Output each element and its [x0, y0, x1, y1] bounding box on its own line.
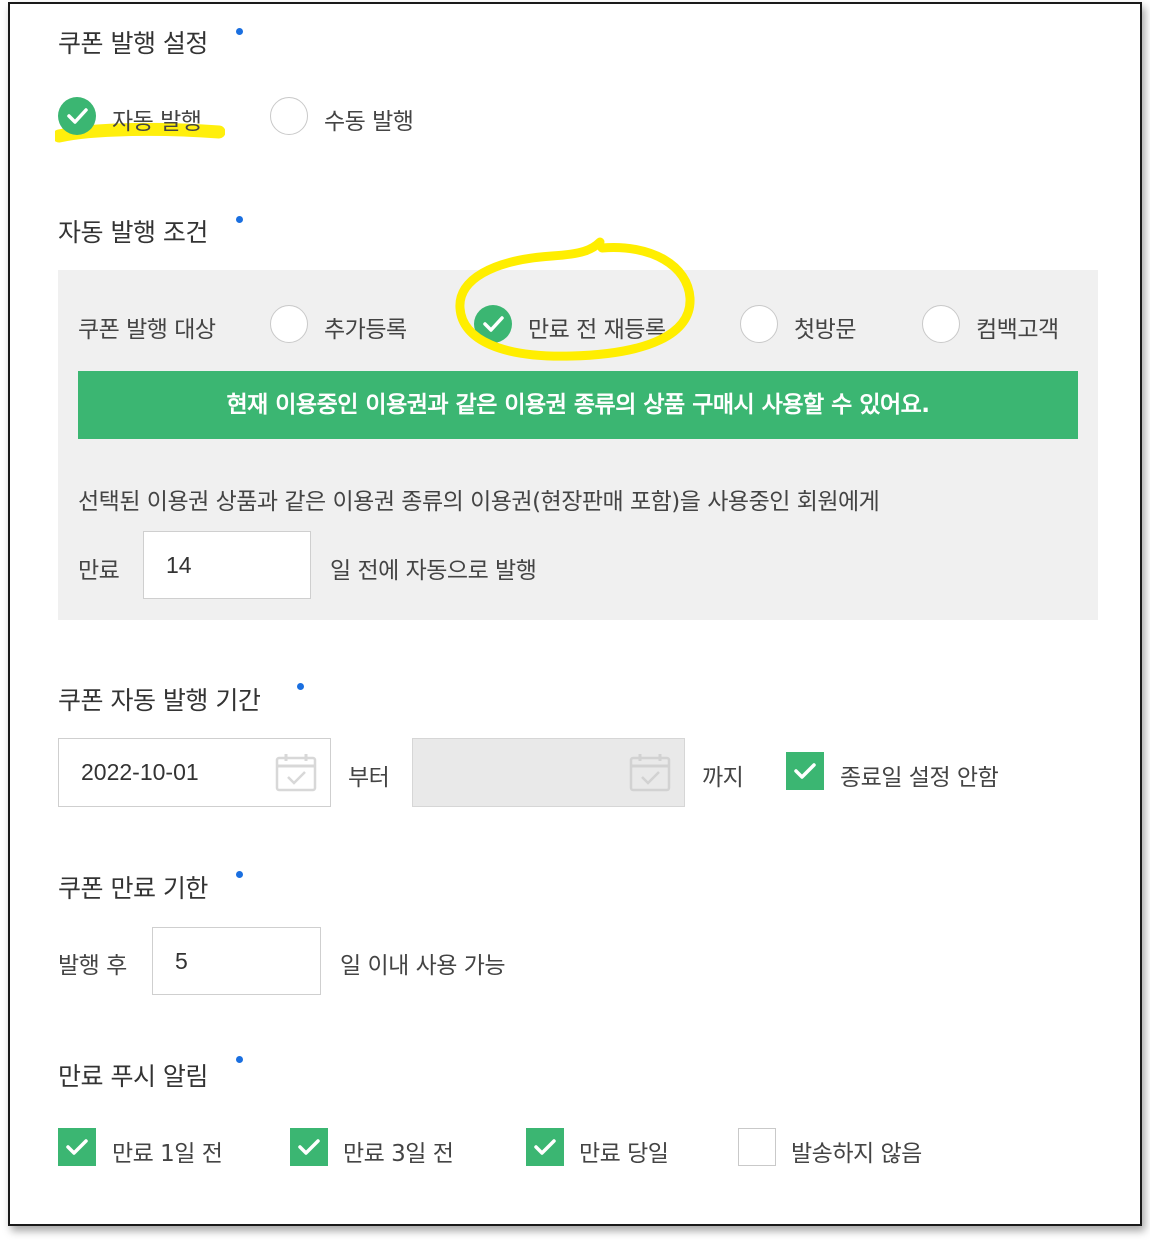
required-dot — [236, 216, 243, 223]
radio-manual-issue-label: 수동 발행 — [324, 109, 414, 135]
calendar-icon[interactable] — [275, 752, 317, 792]
checkbox-push-none[interactable] — [738, 1128, 776, 1166]
check-icon — [66, 1139, 88, 1155]
radio-target-comeback[interactable] — [922, 305, 960, 343]
checkbox-push-1day[interactable] — [58, 1128, 96, 1166]
expiry-prefix: 발행 후 — [58, 953, 127, 979]
radio-auto-issue[interactable] — [58, 97, 96, 135]
info-banner: 현재 이용중인 이용권과 같은 이용권 종류의 상품 구매시 사용할 수 있어요… — [78, 371, 1078, 439]
required-dot — [236, 28, 243, 35]
to-label: 까지 — [702, 765, 744, 791]
from-label: 부터 — [348, 765, 390, 791]
expiry-title: 쿠폰 만료 기한 — [58, 874, 208, 903]
no-end-date-label: 종료일 설정 안함 — [840, 765, 999, 791]
radio-target-add-label: 추가등록 — [324, 317, 407, 343]
radio-target-first-visit[interactable] — [740, 305, 778, 343]
push-title: 만료 푸시 알림 — [58, 1062, 208, 1091]
check-icon — [67, 108, 88, 124]
required-dot — [297, 683, 304, 690]
required-dot — [236, 871, 243, 878]
checkbox-push-same-day[interactable] — [526, 1128, 564, 1166]
radio-target-comeback-label: 컴백고객 — [976, 317, 1059, 343]
push-none-label: 발송하지 않음 — [791, 1141, 922, 1167]
auto-condition-description: 선택된 이용권 상품과 같은 이용권 종류의 이용권(현장판매 포함)을 사용중… — [78, 489, 880, 515]
push-1day-label: 만료 1일 전 — [112, 1141, 223, 1167]
expiry-suffix-label: 일 전에 자동으로 발행 — [330, 558, 537, 584]
push-same-day-label: 만료 당일 — [579, 1141, 669, 1167]
check-icon — [298, 1139, 320, 1155]
period-title: 쿠폰 자동 발행 기간 — [58, 686, 261, 715]
radio-target-add[interactable] — [270, 305, 308, 343]
radio-manual-issue[interactable] — [270, 97, 308, 135]
radio-target-first-visit-label: 첫방문 — [794, 317, 856, 343]
coupon-target-label: 쿠폰 발행 대상 — [78, 317, 216, 343]
days-before-expiry-input[interactable]: 14 — [143, 531, 311, 599]
checkbox-no-end-date[interactable] — [786, 752, 824, 790]
required-dot — [236, 1056, 243, 1063]
checkbox-push-3day[interactable] — [290, 1128, 328, 1166]
calendar-icon — [629, 754, 671, 792]
radio-auto-issue-label: 자동 발행 — [112, 109, 202, 135]
expiry-suffix: 일 이내 사용 가능 — [340, 953, 506, 979]
check-icon — [534, 1139, 556, 1155]
start-date-value: 2022-10-01 — [81, 759, 199, 785]
highlight-circle — [455, 237, 695, 361]
expiry-days-input[interactable]: 5 — [152, 927, 321, 995]
expiry-prefix-label: 만료 — [78, 558, 120, 584]
check-icon — [794, 763, 816, 779]
auto-condition-title: 자동 발행 조건 — [58, 218, 208, 247]
issue-setting-title: 쿠폰 발행 설정 — [58, 29, 208, 58]
push-3day-label: 만료 3일 전 — [343, 1141, 454, 1167]
